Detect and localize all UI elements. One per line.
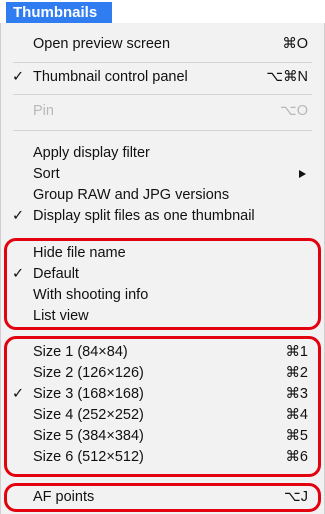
thumbnails-menu: Open preview screen ⌘O ✓ Thumbnail contr… bbox=[0, 23, 325, 514]
menu-item-label: Pin bbox=[33, 103, 54, 119]
menu-item-label: Open preview screen bbox=[33, 36, 171, 52]
menu-item-list-view[interactable]: List view bbox=[1, 305, 324, 327]
shortcut-label: ⌘1 bbox=[285, 344, 308, 360]
menu-item-sort[interactable]: Sort bbox=[1, 163, 324, 185]
shortcut-label: ⌘3 bbox=[285, 386, 308, 402]
menu-item-with-shooting-info[interactable]: With shooting info bbox=[1, 284, 324, 306]
menu-item-label: Group RAW and JPG versions bbox=[33, 187, 230, 203]
checkmark-icon: ✓ bbox=[12, 69, 25, 85]
menu-item-size-5[interactable]: Size 5 (384×384) ⌘5 bbox=[1, 425, 324, 447]
menu-item-label: Sort bbox=[33, 166, 60, 182]
menu-item-label: With shooting info bbox=[33, 287, 149, 303]
shortcut-label: ⌘6 bbox=[285, 449, 308, 465]
shortcut-label: ⌥⌘N bbox=[266, 69, 308, 85]
menu-item-size-4[interactable]: Size 4 (252×252) ⌘4 bbox=[1, 404, 324, 426]
menu-item-size-2[interactable]: Size 2 (126×126) ⌘2 bbox=[1, 362, 324, 384]
menu-item-label: Size 2 (126×126) bbox=[33, 365, 144, 381]
menu-item-label: Size 3 (168×168) bbox=[33, 386, 144, 402]
menu-item-label: List view bbox=[33, 308, 89, 324]
checkmark-icon: ✓ bbox=[12, 266, 25, 282]
menu-item-label: Display split files as one thumbnail bbox=[33, 208, 255, 224]
menu-item-label: AF points bbox=[33, 489, 95, 505]
menu-item-label: Size 1 (84×84) bbox=[33, 344, 128, 360]
checkmark-icon: ✓ bbox=[12, 386, 25, 402]
menu-item-size-1[interactable]: Size 1 (84×84) ⌘1 bbox=[1, 341, 324, 363]
menu-item-label: Apply display filter bbox=[33, 145, 150, 161]
menu-item-display-split-files[interactable]: ✓ Display split files as one thumbnail bbox=[1, 205, 324, 227]
menu-separator bbox=[13, 94, 312, 95]
menu-item-pin: Pin ⌥O bbox=[1, 100, 324, 122]
menu-item-label: Hide file name bbox=[33, 245, 126, 261]
menu-separator bbox=[13, 130, 312, 131]
submenu-arrow-icon bbox=[299, 170, 306, 178]
shortcut-label: ⌘5 bbox=[285, 428, 308, 444]
shortcut-label: ⌘2 bbox=[285, 365, 308, 381]
menu-item-label: Default bbox=[33, 266, 79, 282]
menu-item-label: Size 6 (512×512) bbox=[33, 449, 144, 465]
menu-item-label: Thumbnail control panel bbox=[33, 69, 188, 85]
shortcut-label: ⌥O bbox=[280, 103, 308, 119]
menu-item-label: Size 5 (384×384) bbox=[33, 428, 144, 444]
menu-item-af-points[interactable]: AF points ⌥J bbox=[1, 486, 324, 508]
checkmark-icon: ✓ bbox=[12, 208, 25, 224]
shortcut-label: ⌥J bbox=[284, 489, 308, 505]
menu-item-size-3[interactable]: ✓ Size 3 (168×168) ⌘3 bbox=[1, 383, 324, 405]
menu-separator bbox=[13, 62, 312, 63]
menu-item-size-6[interactable]: Size 6 (512×512) ⌘6 bbox=[1, 446, 324, 468]
menu-item-default[interactable]: ✓ Default bbox=[1, 263, 324, 285]
menu-item-label: Size 4 (252×252) bbox=[33, 407, 144, 423]
shortcut-label: ⌘O bbox=[282, 36, 308, 52]
shortcut-label: ⌘4 bbox=[285, 407, 308, 423]
menu-item-open-preview-screen[interactable]: Open preview screen ⌘O bbox=[1, 33, 324, 55]
menu-item-thumbnail-control-panel[interactable]: ✓ Thumbnail control panel ⌥⌘N bbox=[1, 66, 324, 88]
menu-item-group-raw-jpg[interactable]: Group RAW and JPG versions bbox=[1, 184, 324, 206]
menu-title-thumbnails[interactable]: Thumbnails bbox=[6, 2, 112, 23]
menu-item-apply-display-filter[interactable]: Apply display filter bbox=[1, 142, 324, 164]
menu-item-hide-file-name[interactable]: Hide file name bbox=[1, 242, 324, 264]
